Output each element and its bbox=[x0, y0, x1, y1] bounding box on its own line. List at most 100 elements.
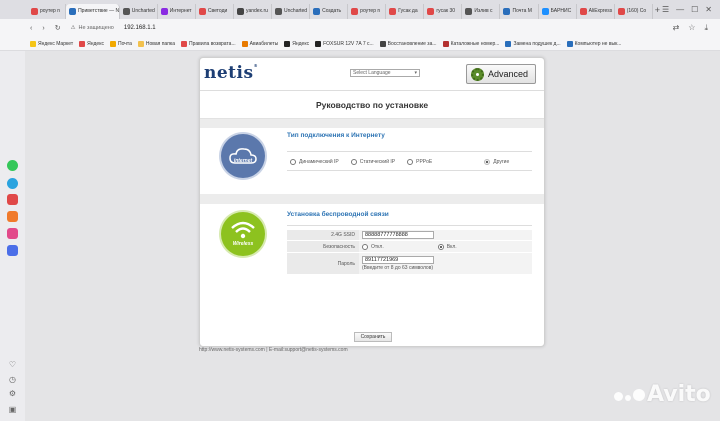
tab-favicon-icon bbox=[236, 7, 244, 15]
radio-circle bbox=[484, 159, 491, 165]
url-field[interactable]: 192.168.1.1 bbox=[124, 25, 156, 31]
bookmark-folder[interactable]: Новая папка bbox=[137, 40, 175, 47]
tab-3[interactable]: Интернет bbox=[158, 3, 196, 19]
back-icon[interactable]: ‹ bbox=[30, 25, 32, 32]
reload-icon[interactable]: ↻ bbox=[55, 24, 61, 32]
maximize-icon[interactable]: ☐ bbox=[691, 5, 698, 14]
wireless-icon-label: Wireless bbox=[232, 241, 254, 247]
tab-active[interactable]: Приветствие — N✕ bbox=[66, 3, 120, 19]
tab-favicon-icon bbox=[617, 7, 625, 15]
page-title: Руководство по установке bbox=[200, 91, 544, 119]
forward-icon[interactable]: › bbox=[42, 25, 44, 32]
radio-dynamic-ip[interactable]: Динамический IP bbox=[290, 159, 339, 165]
tab-favicon-icon bbox=[31, 7, 38, 15]
setup-card: netis® Select Language ▾ Advanced Руковод… bbox=[199, 57, 545, 347]
bookmark-item[interactable]: Компьютер не вык... bbox=[566, 40, 621, 47]
window-controls: ☰ — ☐ ✕ bbox=[662, 5, 720, 14]
app-icon-pink[interactable] bbox=[7, 228, 18, 239]
settings-icon[interactable]: ⚙ bbox=[7, 389, 18, 400]
tab-favicon-icon bbox=[69, 7, 77, 15]
tab-8[interactable]: роутер n bbox=[348, 3, 387, 19]
radio-pppoe[interactable]: PPPoE bbox=[407, 159, 432, 165]
bookmark-item[interactable]: Восстановление за... bbox=[379, 40, 437, 47]
bookmark-item[interactable]: FOXSUR 12V 7A 7 с... bbox=[315, 40, 374, 47]
tab-14[interactable]: AliExpress bbox=[577, 3, 615, 19]
language-select[interactable]: Select Language ▾ bbox=[350, 69, 420, 77]
app-icon-orange[interactable] bbox=[7, 211, 18, 222]
sidebar-toggle-icon[interactable]: ▣ bbox=[7, 405, 18, 416]
bookmark-item[interactable]: Почта bbox=[109, 40, 132, 47]
wireless-icon: Wireless bbox=[221, 212, 265, 256]
tab-favicon-icon bbox=[198, 7, 206, 15]
tab-6[interactable]: Uncharted bbox=[272, 3, 311, 19]
clock-icon[interactable]: ◷ bbox=[7, 375, 18, 386]
internet-icon-label: internet bbox=[233, 158, 253, 164]
divider bbox=[200, 119, 544, 128]
tab-favicon-icon bbox=[122, 7, 130, 15]
tab-7[interactable]: Создать bbox=[310, 3, 349, 19]
minimize-icon[interactable]: — bbox=[676, 5, 684, 14]
radio-security-off[interactable]: Откл. bbox=[362, 243, 384, 250]
radio-circle bbox=[290, 159, 296, 165]
section-separator bbox=[287, 225, 532, 226]
advanced-button[interactable]: Advanced bbox=[466, 64, 536, 84]
tab-5[interactable]: yandex.ru bbox=[234, 3, 273, 19]
app-icon-red[interactable] bbox=[7, 194, 18, 205]
bookmarks-bar: Яндекс Маркет Яндекс Почта Новая папка П… bbox=[0, 37, 720, 51]
translate-icon[interactable]: ⇄ bbox=[673, 23, 680, 33]
radio-static-ip[interactable]: Статический IP bbox=[350, 159, 395, 165]
bookmark-item[interactable]: Яндекс bbox=[284, 40, 309, 47]
bookmark-item[interactable]: Правила возврата... bbox=[181, 40, 236, 47]
telegram-icon[interactable] bbox=[7, 178, 18, 189]
radio-security-on[interactable]: Вкл. bbox=[437, 243, 457, 250]
close-window-icon[interactable]: ✕ bbox=[705, 5, 712, 14]
netis-logo: netis® bbox=[204, 63, 259, 83]
folder-icon bbox=[137, 40, 144, 47]
save-button[interactable]: Сохранить bbox=[354, 332, 392, 342]
bookmark-favicon-icon bbox=[315, 40, 322, 47]
tab-favicon-icon bbox=[465, 7, 473, 15]
chevron-down-icon: ▾ bbox=[414, 70, 417, 76]
download-icon[interactable]: ⤓ bbox=[704, 23, 708, 33]
browser-sidebar: ☆ ♡ ◷ ⚙ ▣ bbox=[0, 19, 25, 421]
bookmark-item[interactable]: Замена подушек д... bbox=[505, 40, 561, 47]
tab-4[interactable]: Светоди bbox=[196, 3, 234, 19]
radio-other[interactable]: Другие bbox=[484, 159, 509, 165]
connection-section: internet Тип подключения к Интернету Дин… bbox=[200, 128, 544, 194]
tab-favicon-icon bbox=[503, 7, 511, 15]
section-separator bbox=[287, 151, 532, 152]
radio-circle bbox=[437, 243, 444, 250]
tab-favicon-icon bbox=[579, 7, 587, 15]
tab-2[interactable]: Uncharted bbox=[120, 3, 158, 19]
wireless-setup-title: Установка беспроводной связи bbox=[287, 211, 389, 218]
tab-11[interactable]: Излив с bbox=[462, 3, 501, 19]
security-indicator[interactable]: ⚠ Не защищено bbox=[71, 25, 114, 31]
tab-10[interactable]: гусак 30 bbox=[424, 3, 463, 19]
security-label: Безопасность bbox=[287, 241, 359, 252]
tab-12[interactable]: Почта M bbox=[500, 3, 539, 19]
bookmark-favicon-icon bbox=[379, 40, 386, 47]
bookmark-favicon-icon bbox=[30, 40, 36, 47]
app-icon-blue[interactable] bbox=[7, 245, 18, 256]
tab-15[interactable]: (160) Co bbox=[615, 3, 653, 19]
ssid-input[interactable]: 88888777778888 bbox=[362, 231, 434, 239]
divider bbox=[200, 194, 544, 204]
password-input[interactable]: 89117721969 bbox=[362, 256, 434, 264]
bookmark-favicon-icon bbox=[79, 40, 86, 47]
tab-0[interactable]: роутер n bbox=[28, 3, 67, 19]
notifications-icon[interactable]: ♡ bbox=[7, 360, 18, 371]
tab-13[interactable]: БАРНИС bbox=[539, 3, 577, 19]
tab-favicon-icon bbox=[160, 7, 168, 15]
ssid-label: 2.4G SSID bbox=[287, 230, 359, 240]
new-tab-button[interactable]: + bbox=[653, 5, 662, 15]
tab-favicon-icon bbox=[389, 7, 397, 15]
whatsapp-icon[interactable] bbox=[7, 160, 18, 171]
tab-9[interactable]: Гусак да bbox=[386, 3, 425, 19]
bookmark-item[interactable]: Яндекс bbox=[79, 40, 104, 47]
bookmark-item[interactable]: Каталожные номер... bbox=[442, 40, 499, 47]
bookmark-item[interactable]: Яндекс Маркет bbox=[30, 40, 73, 47]
bookmark-item[interactable]: Авиабилеты bbox=[241, 40, 278, 47]
bookmarks-icon[interactable]: ☰ bbox=[662, 5, 669, 14]
bookmark-star-icon[interactable]: ☆ bbox=[688, 23, 695, 33]
wireless-form: 2.4G SSID 88888777778888 Безопасность От… bbox=[287, 230, 532, 275]
